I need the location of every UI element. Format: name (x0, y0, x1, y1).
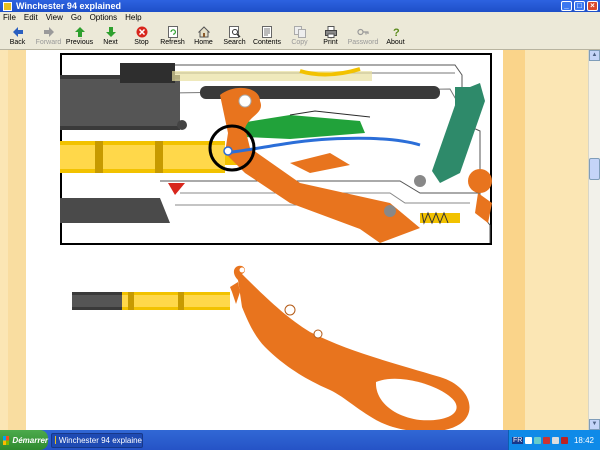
windows-logo-icon (3, 435, 10, 445)
language-indicator[interactable]: FR (512, 436, 524, 444)
copy-button[interactable]: Copy (284, 23, 315, 49)
refresh-label: Refresh (160, 39, 185, 46)
start-button[interactable]: Démarrer (0, 430, 48, 450)
scroll-up-button[interactable]: ▲ (589, 50, 600, 61)
copy-label: Copy (291, 39, 308, 46)
window-title-bar[interactable]: Winchester 94 explained _ □ × (0, 0, 600, 12)
help-content-pane[interactable] (0, 50, 588, 430)
previous-label: Previous (65, 39, 94, 46)
menu-file[interactable]: File (3, 13, 16, 22)
system-tray: FR 18:42 (508, 430, 600, 450)
password-button[interactable]: Password (346, 23, 380, 49)
home-icon (197, 25, 210, 38)
app-icon (55, 436, 56, 444)
stop-icon (135, 25, 148, 38)
taskbar-item-winchester[interactable]: Winchester 94 explaine (51, 432, 143, 448)
contents-label: Contents (252, 39, 282, 46)
page-right-margin (503, 50, 588, 430)
app-icon (3, 1, 12, 11)
refresh-button[interactable]: Refresh (157, 23, 188, 49)
copy-icon (293, 25, 306, 38)
tray-icon-2[interactable] (534, 436, 542, 444)
back-button[interactable]: Back (2, 23, 33, 49)
taskbar-item-label: Winchester 94 explaine (58, 435, 142, 445)
up-arrow-icon (73, 25, 86, 38)
about-label: About (386, 39, 405, 46)
network-icon[interactable] (525, 436, 533, 444)
refresh-icon (166, 25, 179, 38)
home-label: Home (194, 39, 213, 46)
password-label: Password (347, 39, 379, 46)
forward-arrow-icon (42, 25, 55, 38)
close-button[interactable]: × (587, 1, 598, 11)
print-button[interactable]: Print (315, 23, 346, 49)
clock[interactable]: 18:42 (574, 436, 600, 445)
scroll-down-button[interactable]: ▼ (589, 419, 600, 430)
taskbar: Démarrer Winchester 94 explaine FR 18:42 (0, 430, 600, 450)
menu-help[interactable]: Help (125, 13, 141, 22)
vertical-scrollbar[interactable]: ▲ ▼ (588, 50, 600, 430)
volume-icon[interactable] (552, 436, 560, 444)
action-cutaway-diagram (60, 53, 492, 245)
back-label: Back (9, 39, 26, 46)
menu-options[interactable]: Options (90, 13, 118, 22)
menu-edit[interactable]: Edit (24, 13, 38, 22)
contents-icon (261, 25, 274, 38)
menu-bar: File Edit View Go Options Help (0, 12, 600, 23)
menu-go[interactable]: Go (71, 13, 82, 22)
minimize-button[interactable]: _ (561, 1, 572, 11)
next-button[interactable]: Next (95, 23, 126, 49)
key-icon (357, 25, 370, 38)
page-left-margin (0, 50, 26, 430)
forward-button[interactable]: Forward (33, 23, 64, 49)
previous-button[interactable]: Previous (64, 23, 95, 49)
menu-view[interactable]: View (46, 13, 63, 22)
scroll-thumb[interactable] (589, 158, 600, 180)
home-button[interactable]: Home (188, 23, 219, 49)
down-arrow-icon (104, 25, 117, 38)
print-icon (324, 25, 337, 38)
window-controls: _ □ × (561, 1, 598, 11)
window-title: Winchester 94 explained (16, 1, 121, 11)
tray-icon-5[interactable] (561, 436, 569, 444)
svg-text:?: ? (393, 27, 400, 38)
toolbar: Back Forward Previous Next Stop Refresh … (0, 23, 600, 50)
next-label: Next (103, 39, 118, 46)
contents-button[interactable]: Contents (250, 23, 284, 49)
antivirus-icon[interactable] (543, 436, 551, 444)
search-label: Search (223, 39, 246, 46)
forward-label: Forward (35, 39, 62, 46)
search-button[interactable]: Search (219, 23, 250, 49)
stop-button[interactable]: Stop (126, 23, 157, 49)
lever-and-firing-pin-diagram (72, 265, 470, 430)
stop-label: Stop (134, 39, 149, 46)
start-label: Démarrer (12, 435, 48, 445)
maximize-button[interactable]: □ (574, 1, 585, 11)
about-button[interactable]: ? About (380, 23, 411, 49)
back-arrow-icon (11, 25, 24, 38)
about-icon: ? (389, 25, 402, 38)
search-icon (228, 25, 241, 38)
print-label: Print (323, 39, 338, 46)
